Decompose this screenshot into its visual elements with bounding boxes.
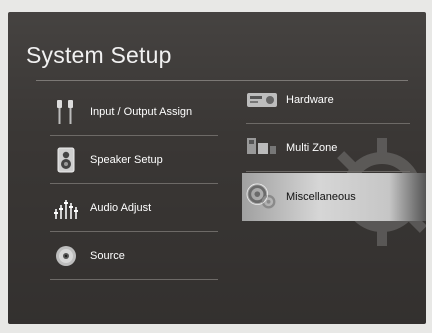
sliders-icon: [50, 194, 82, 222]
menu-item-hardware[interactable]: Hardware: [246, 76, 410, 124]
menu-item-label: Hardware: [286, 94, 334, 106]
av-receiver-icon: [246, 86, 278, 114]
menu-item-audio-adjust[interactable]: Audio Adjust: [50, 184, 218, 232]
menu-item-source[interactable]: Source: [50, 232, 218, 280]
system-setup-screen: System Setup Input / Output Assign Speak…: [8, 12, 426, 324]
speaker-icon: [50, 146, 82, 174]
menu-item-input-output-assign[interactable]: Input / Output Assign: [50, 88, 218, 136]
menu-item-label: Speaker Setup: [90, 154, 163, 166]
menu-item-miscellaneous[interactable]: Miscellaneous: [242, 173, 426, 221]
menu-item-speaker-setup[interactable]: Speaker Setup: [50, 136, 218, 184]
menu-item-label: Miscellaneous: [286, 191, 356, 203]
cable-plugs-icon: [50, 98, 82, 126]
menu-item-label: Audio Adjust: [90, 202, 152, 214]
menu-item-label: Input / Output Assign: [90, 106, 193, 118]
disc-icon: [50, 242, 82, 270]
page-title: System Setup: [26, 42, 172, 68]
multi-zone-icon: [246, 134, 278, 162]
menu-item-label: Multi Zone: [286, 142, 338, 154]
menu-item-multi-zone[interactable]: Multi Zone: [246, 124, 410, 172]
menu-item-label: Source: [90, 250, 125, 262]
gears-icon: [246, 183, 278, 211]
